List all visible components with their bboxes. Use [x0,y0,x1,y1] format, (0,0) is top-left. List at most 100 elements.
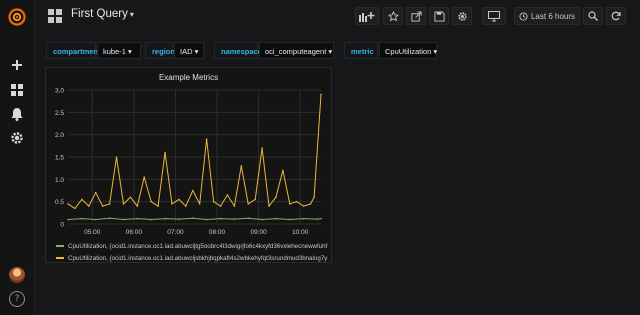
variable-label-region: region [145,42,175,59]
add-panel-icon [359,11,375,22]
data-point [275,217,277,220]
star-icon [387,10,399,21]
data-point [282,169,284,172]
chevron-down-icon: ▾ [128,47,132,56]
data-point [67,218,69,221]
alerting-bell-icon[interactable] [9,106,25,122]
data-point [136,205,139,207]
share-dashboard-button[interactable] [406,7,426,25]
help-icon[interactable]: ? [9,291,25,307]
data-point [254,198,256,201]
add-panel-button[interactable] [355,7,379,25]
variable-value-namespace: oci_computeagent [265,47,327,56]
series-line-2[interactable] [67,94,322,209]
y-tick-label: 0.5 [55,199,64,206]
legend-item-series-1[interactable]: CpuUtilization, {ocid1.instance.oc1.iad.… [56,240,332,252]
y-tick-label: 0 [60,222,64,229]
monitor-icon [488,10,500,21]
zoom-out-button[interactable] [583,7,603,25]
chevron-down-icon: ▾ [328,47,333,56]
dashboard-grid-icon [48,9,62,23]
data-point [219,217,222,220]
data-point [136,217,139,220]
grafana-logo-icon[interactable] [8,8,26,26]
data-point [157,205,159,207]
y-tick-label: 2.5 [55,110,64,117]
variable-select-region[interactable]: IAD ▾ [174,42,204,59]
data-point [150,218,152,221]
data-point [268,205,270,207]
data-point [233,218,236,220]
data-point [185,205,187,207]
variable-label-compartment: compartment [46,42,101,59]
legend-swatch [56,257,64,259]
save-icon [433,10,445,22]
data-point [164,217,166,220]
data-point [261,147,263,149]
data-point [205,218,208,221]
data-point [150,200,152,203]
y-tick-label: 2.0 [55,132,64,139]
variable-label-namespace: namespace [214,42,262,59]
data-point [302,205,305,207]
data-point [275,196,277,198]
share-icon [410,10,422,22]
user-avatar[interactable] [9,267,25,283]
y-tick-label: 1.5 [55,155,64,162]
refresh-button[interactable] [606,7,626,25]
data-point [226,194,229,196]
clock-icon [519,11,528,21]
data-point [205,138,208,140]
dashboards-grid-icon[interactable] [9,82,25,98]
refresh-icon [611,11,621,21]
variable-select-metric[interactable]: CpuUtilization ▾ [379,42,437,59]
gear-icon [457,11,467,21]
dashboard-settings-button[interactable] [452,7,472,25]
search-icon [588,11,598,21]
save-dashboard-button[interactable] [429,7,449,25]
chart[interactable]: 0 0.5 1.0 1.5 2.0 2.5 3.0 05:00 06:00 07:00 08:00 0… [46,68,331,240]
time-range-picker[interactable]: Last 6 hours [514,7,580,25]
data-point [302,217,305,220]
data-point [178,218,180,220]
series-line-1[interactable] [67,217,322,220]
dashboard-title[interactable]: First Query ▾ [71,8,134,20]
x-tick-label: 09:00 [250,229,267,236]
variable-select-namespace[interactable]: oci_computeagent ▾ [259,42,334,59]
star-dashboard-button[interactable] [383,7,403,25]
x-tick-label: 10:00 [292,229,309,236]
data-point [191,217,194,219]
graph-panel: Example Metrics 0 0.5 1.0 1.5 2.0 2.5 3.0 05:00… [45,67,332,263]
x-tick-label: 08:00 [209,229,226,236]
data-point [122,218,125,221]
data-point [240,165,243,167]
variable-value-region: IAD [180,47,193,56]
data-point [87,205,90,207]
data-point [191,189,194,192]
x-tick-label: 05:00 [84,229,101,236]
variable-select-compartment[interactable]: kube-1 ▾ [97,42,141,59]
y-tick-label: 3.0 [55,88,64,95]
data-point [178,198,180,201]
data-point [295,200,298,203]
legend-item-series-2[interactable]: CpuUtilization, {ocid1.instance.oc1.iad.… [56,252,332,264]
data-point [81,198,83,201]
data-point [115,156,118,158]
data-point [81,217,83,220]
legend-swatch [56,245,64,247]
data-point [108,217,111,219]
configuration-gear-icon[interactable] [9,130,25,146]
cycle-view-mode-button[interactable] [482,7,506,25]
data-point [101,205,104,207]
legend-label: CpuUtilization, {ocid1.instance.oc1.iad.… [68,242,328,250]
create-plus-icon[interactable] [9,57,25,73]
data-point [219,205,222,207]
data-point [289,218,291,221]
data-point [198,203,201,205]
time-range-label: Last 6 hours [530,11,576,21]
variable-value-compartment: kube-1 [103,47,126,56]
sidebar: ? [0,0,35,315]
data-point [171,203,173,205]
data-point [94,218,97,221]
chevron-down-icon: ▾ [433,47,438,56]
